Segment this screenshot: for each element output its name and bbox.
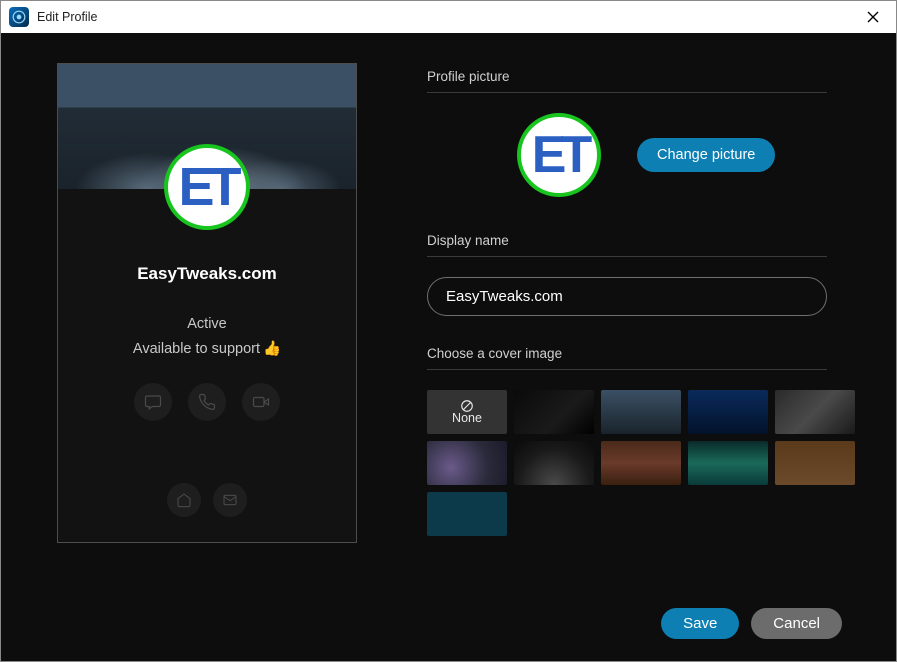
titlebar: Edit Profile bbox=[1, 1, 896, 33]
form-area: Profile picture ET Change picture Displa… bbox=[357, 63, 827, 637]
cover-option-4[interactable] bbox=[688, 390, 768, 434]
thumbs-up-icon: 👍 bbox=[263, 340, 281, 357]
cover-option-6[interactable] bbox=[427, 441, 507, 485]
display-name-input[interactable] bbox=[427, 277, 827, 316]
phone-icon bbox=[198, 393, 216, 411]
profile-preview-card: ET EasyTweaks.com Active Available to su… bbox=[57, 63, 357, 543]
close-button[interactable] bbox=[850, 1, 896, 33]
none-label: None bbox=[452, 411, 482, 425]
cover-option-9[interactable] bbox=[688, 441, 768, 485]
edit-profile-window: Edit Profile ET EasyTweaks.com Active Av… bbox=[0, 0, 897, 662]
profile-picture-row: ET Change picture bbox=[427, 113, 827, 197]
avatar-preview: ET bbox=[164, 144, 250, 230]
cover-image-grid: None bbox=[427, 390, 827, 536]
cancel-button[interactable]: Cancel bbox=[751, 608, 842, 639]
window-title: Edit Profile bbox=[37, 10, 97, 24]
cover-option-2[interactable] bbox=[514, 390, 594, 434]
mail-button[interactable] bbox=[213, 483, 247, 517]
availability-line: Available to support 👍 bbox=[133, 340, 281, 357]
video-icon bbox=[252, 393, 270, 411]
action-row bbox=[134, 383, 280, 421]
call-button[interactable] bbox=[188, 383, 226, 421]
mail-icon bbox=[222, 492, 238, 508]
availability-text: Available to support bbox=[133, 341, 260, 357]
home-icon bbox=[176, 492, 192, 508]
divider bbox=[427, 369, 827, 370]
cover-option-5[interactable] bbox=[775, 390, 855, 434]
avatar-text-form: ET bbox=[532, 129, 586, 181]
change-picture-button[interactable]: Change picture bbox=[637, 138, 775, 172]
cover-option-none[interactable]: None bbox=[427, 390, 507, 434]
cover-option-10[interactable] bbox=[775, 441, 855, 485]
save-button[interactable]: Save bbox=[661, 608, 739, 639]
app-icon bbox=[9, 7, 29, 27]
cover-image-label: Choose a cover image bbox=[427, 346, 827, 361]
status-text: Active bbox=[187, 316, 227, 332]
divider bbox=[427, 256, 827, 257]
cover-option-11[interactable] bbox=[427, 492, 507, 536]
bottom-button-bar: Save Cancel bbox=[661, 608, 842, 639]
profile-picture-label: Profile picture bbox=[427, 69, 827, 84]
profile-picture-preview: ET bbox=[517, 113, 601, 197]
close-icon bbox=[867, 11, 879, 23]
cover-option-7[interactable] bbox=[514, 441, 594, 485]
divider bbox=[427, 92, 827, 93]
chat-icon bbox=[144, 393, 162, 411]
display-name-preview: EasyTweaks.com bbox=[137, 264, 277, 284]
chat-button[interactable] bbox=[134, 383, 172, 421]
avatar-text: ET bbox=[178, 160, 235, 214]
content-area: ET EasyTweaks.com Active Available to su… bbox=[1, 33, 896, 661]
home-button[interactable] bbox=[167, 483, 201, 517]
footer-row bbox=[167, 483, 247, 517]
cover-option-8[interactable] bbox=[601, 441, 681, 485]
display-name-label: Display name bbox=[427, 233, 827, 248]
video-button[interactable] bbox=[242, 383, 280, 421]
cover-option-3[interactable] bbox=[601, 390, 681, 434]
